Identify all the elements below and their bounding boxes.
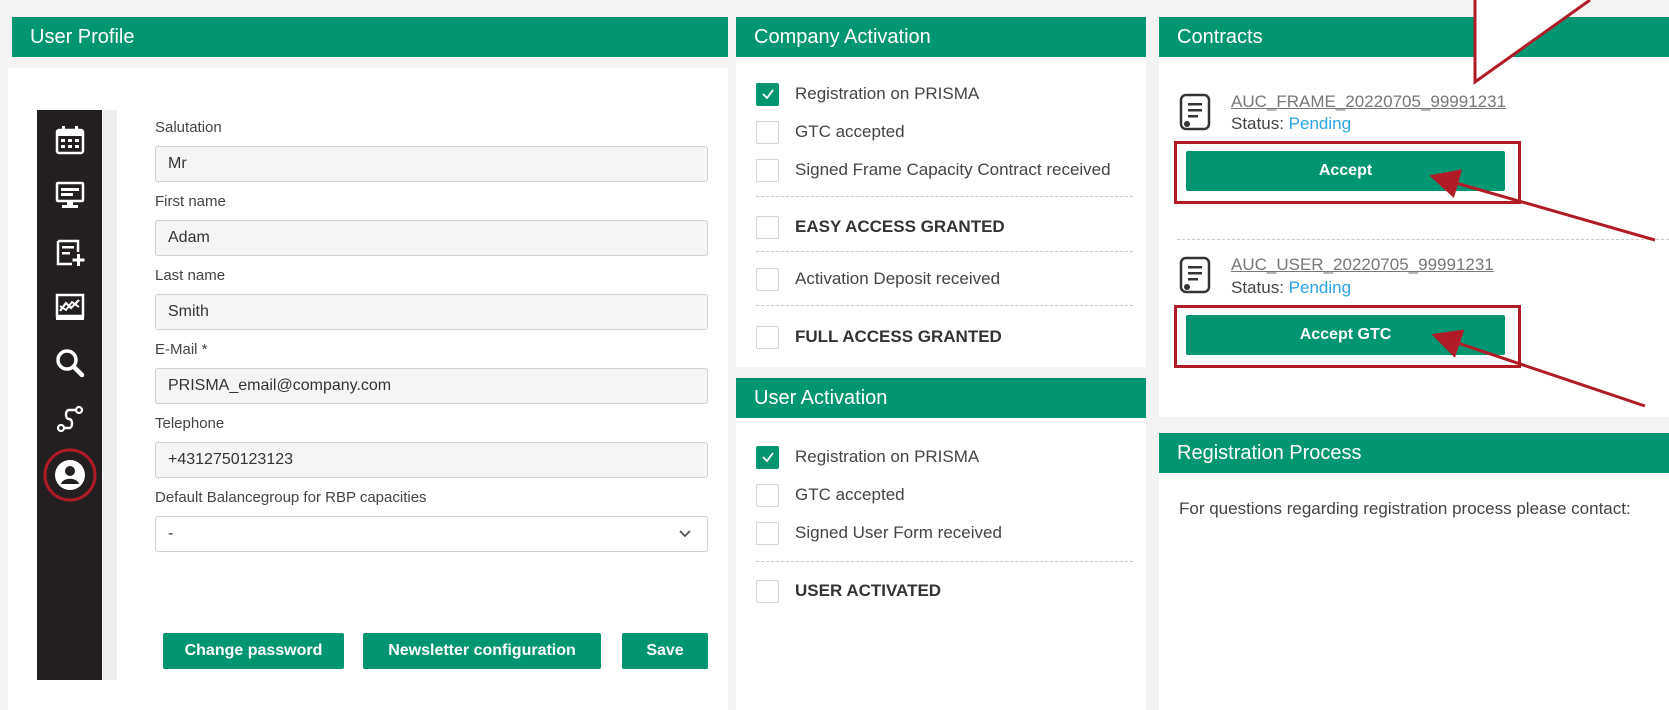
newsletter-configuration-button[interactable]: Newsletter configuration [363,633,601,669]
email-label: E-Mail * [155,341,208,358]
user-icon [43,448,96,502]
sidebar-item-search[interactable] [37,338,102,388]
document-icon [1179,93,1211,131]
company-activation-title: Company Activation [736,17,1146,57]
sidebar-item-monitor[interactable] [37,170,102,220]
check-icon [761,89,774,100]
balancegroup-value: - [168,525,174,542]
divider [756,196,1133,197]
checkbox[interactable] [756,521,779,545]
chevron-down-icon [679,530,691,538]
user-profile-title: User Profile [12,17,728,57]
document-icon [1179,256,1211,294]
telephone-label: Telephone [155,415,225,432]
company-check-easy-access[interactable]: EASY ACCESS GRANTED [756,214,1005,240]
search-icon [55,349,84,378]
company-check-registration[interactable]: Registration on PRISMA [756,81,979,107]
contract-link-frame[interactable]: AUC_FRAME_20220705_99991231 [1231,92,1506,112]
company-check-gtc[interactable]: GTC accepted [756,119,905,145]
company-check-deposit-label: Activation Deposit received [795,269,1001,288]
highlight-accept-gtc [1174,305,1521,368]
change-password-button[interactable]: Change password [163,633,344,669]
sidebar-item-add-list[interactable] [37,228,102,278]
contract-status-frame: Status: Pending [1231,114,1351,134]
divider [756,251,1133,252]
checkbox-checked[interactable] [756,82,779,106]
sidebar-item-route[interactable] [37,394,102,444]
divider [1177,239,1669,240]
user-check-gtc-label: GTC accepted [795,485,905,504]
user-check-gtc[interactable]: GTC accepted [756,482,905,508]
user-check-user-form-label: Signed User Form received [795,523,1002,542]
route-icon [56,405,83,433]
monitor-icon [55,181,84,208]
contracts-title: Contracts [1159,17,1669,57]
checkbox[interactable] [756,325,779,349]
divider [756,561,1133,562]
checkbox[interactable] [756,267,779,291]
balancegroup-label: Default Balancegroup for RBP capacities [155,489,427,506]
checkbox-checked[interactable] [756,445,779,469]
add-list-icon [56,239,84,266]
highlight-accept [1174,141,1521,204]
telephone-field[interactable]: +4312750123123 [155,442,708,478]
sidebar-divider [103,110,117,680]
registration-process-panel: Registration Process For questions regar… [1159,433,1669,710]
last-name-field[interactable]: Smith [155,294,708,330]
status-label: Status: [1231,114,1284,133]
company-check-frame-contract[interactable]: Signed Frame Capacity Contract received [756,157,1111,183]
chart-icon [55,293,84,320]
company-check-deposit[interactable]: Activation Deposit received [756,266,1000,292]
company-check-full-access[interactable]: FULL ACCESS GRANTED [756,324,1002,350]
divider [756,305,1133,306]
user-activation-panel: User Activation Registration on PRISMA G… [736,378,1146,710]
sidebar-item-chart[interactable] [37,282,102,332]
user-check-activated[interactable]: USER ACTIVATED [756,578,941,604]
salutation-field[interactable]: Mr [155,146,708,182]
status-value: Pending [1288,114,1352,133]
checkbox[interactable] [756,158,779,182]
user-check-registration-label: Registration on PRISMA [795,447,980,466]
registration-contact-text: For questions regarding registration pro… [1179,499,1631,518]
user-check-registration[interactable]: Registration on PRISMA [756,444,979,470]
sidebar-item-calendar[interactable] [37,115,102,165]
status-value: Pending [1288,278,1352,297]
balancegroup-select[interactable]: - [155,516,708,552]
save-button[interactable]: Save [622,633,708,669]
registration-process-title: Registration Process [1159,433,1669,473]
salutation-label: Salutation [155,119,222,136]
email-field[interactable]: PRISMA_email@company.com [155,368,708,404]
last-name-label: Last name [155,267,226,284]
sidebar-item-user[interactable] [37,448,102,502]
contract-link-user[interactable]: AUC_USER_20220705_99991231 [1231,255,1494,275]
status-label: Status: [1231,278,1284,297]
first-name-label: First name [155,193,226,210]
checkbox[interactable] [756,120,779,144]
contract-status-user: Status: Pending [1231,278,1351,298]
company-check-frame-contract-label: Signed Frame Capacity Contract received [795,160,1111,179]
company-check-easy-access-label: EASY ACCESS GRANTED [795,217,1005,236]
profile-form: Salutation Mr First name Adam Last name … [155,118,708,562]
user-activation-title: User Activation [736,378,1146,418]
company-activation-panel: Company Activation Registration on PRISM… [736,17,1146,367]
user-check-activated-label: USER ACTIVATED [795,581,942,600]
sidebar [37,110,102,680]
company-check-gtc-label: GTC accepted [795,122,905,141]
checkbox[interactable] [756,483,779,507]
check-icon [761,452,774,463]
checkbox[interactable] [756,579,779,603]
first-name-field[interactable]: Adam [155,220,708,256]
calendar-icon [55,126,84,155]
user-check-user-form[interactable]: Signed User Form received [756,520,1002,546]
company-check-full-access-label: FULL ACCESS GRANTED [795,327,1002,346]
checkbox[interactable] [756,215,779,239]
company-check-registration-label: Registration on PRISMA [795,84,980,103]
